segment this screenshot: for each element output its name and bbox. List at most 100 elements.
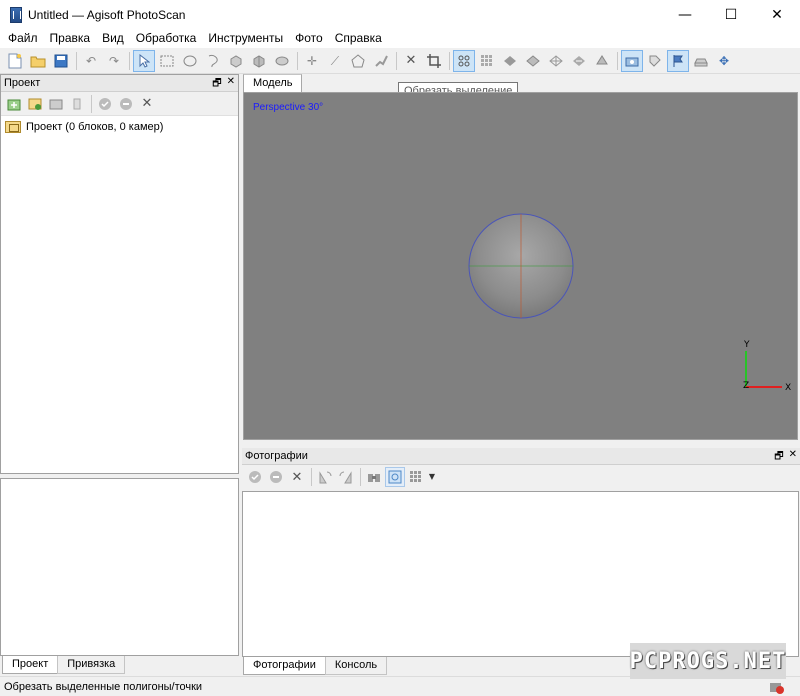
enable-item-icon[interactable] — [95, 94, 115, 114]
viewport-canvas: Y X Z — [468, 213, 791, 393]
remove-item-icon[interactable] — [67, 94, 87, 114]
solid-model-icon[interactable] — [522, 50, 544, 72]
undo-icon[interactable]: ↶ — [80, 50, 102, 72]
add-folder-icon[interactable] — [46, 94, 66, 114]
show-shapes-icon[interactable] — [667, 49, 689, 72]
ruler-icon[interactable]: ⟋ — [324, 50, 346, 72]
rotate-left-icon[interactable] — [315, 467, 335, 487]
free-form-selection-icon[interactable] — [202, 50, 224, 72]
reset-view-icon[interactable]: ✥ — [713, 50, 735, 72]
delete-item-icon[interactable]: ✕ — [137, 94, 157, 114]
axis-y-label: Y — [743, 340, 750, 350]
tree-root-label: Проект (0 блоков, 0 камер) — [26, 121, 164, 133]
toolbar-separator — [297, 51, 298, 70]
maximize-button[interactable]: ☐ — [708, 0, 754, 29]
rotate-region-icon[interactable] — [271, 50, 293, 72]
project-panel-title: Проект — [4, 77, 41, 89]
enable-camera-icon[interactable] — [245, 467, 265, 487]
resize-region-icon[interactable] — [225, 50, 247, 72]
point-cloud-icon[interactable] — [453, 49, 475, 72]
toolbar-separator — [129, 51, 130, 70]
menu-help[interactable]: Справка — [329, 29, 388, 48]
menu-workflow[interactable]: Обработка — [130, 29, 203, 48]
model-viewport[interactable]: Y X Z Perspective 30° — [243, 92, 798, 440]
model-tabbar: Модель — [243, 74, 303, 92]
axis-z-label: Z — [743, 381, 749, 391]
close-panel-icon[interactable]: ✕ — [789, 449, 797, 466]
project-toolbar: ✕ — [1, 92, 238, 116]
show-markers-icon[interactable] — [644, 50, 666, 72]
toolbar-separator — [91, 94, 92, 113]
reset-filter-icon[interactable] — [385, 467, 405, 487]
watermark: PCPROGS.NET — [630, 643, 786, 679]
move-region-icon[interactable] — [248, 50, 270, 72]
menu-file[interactable]: Файл — [2, 29, 44, 48]
view-mode-icon[interactable] — [406, 467, 426, 487]
tiled-model-icon[interactable] — [591, 50, 613, 72]
toolbar-separator — [449, 51, 450, 70]
open-folder-icon[interactable] — [27, 50, 49, 72]
menu-view[interactable]: Вид — [96, 29, 130, 48]
circle-selection-icon[interactable] — [179, 50, 201, 72]
remove-camera-icon[interactable]: ✕ — [287, 467, 307, 487]
axis-x-label: X — [785, 383, 791, 393]
redo-icon[interactable]: ↷ — [103, 50, 125, 72]
tab-photos[interactable]: Фотографии — [243, 657, 326, 675]
photos-panel-header: Фотографии 🗗 ✕ — [242, 448, 800, 465]
window-title: Untitled — Agisoft PhotoScan — [28, 7, 186, 22]
crop-selection-icon[interactable] — [423, 50, 445, 72]
status-bar: Обрезать выделенные полигоны/точки — [0, 676, 800, 696]
add-chunk-icon[interactable] — [4, 94, 24, 114]
disable-item-icon[interactable] — [116, 94, 136, 114]
wireframe-model-icon[interactable] — [545, 50, 567, 72]
draw-polyline-icon[interactable] — [370, 50, 392, 72]
tab-reference[interactable]: Привязка — [57, 656, 126, 674]
close-button[interactable]: ✕ — [754, 0, 800, 29]
ruler-point-icon[interactable]: ✛ — [301, 50, 323, 72]
bottom-tabbar: Фотографии Консоль — [243, 657, 388, 675]
photos-panel-title: Фотографии — [245, 450, 308, 462]
show-cameras-icon[interactable] — [621, 49, 643, 72]
photos-toolbar: ✕ ▼ — [242, 465, 800, 489]
window-controls: — ☐ ✕ — [662, 0, 800, 29]
shaded-model-icon[interactable] — [499, 50, 521, 72]
tab-project[interactable]: Проект — [2, 656, 59, 674]
menu-tools[interactable]: Инструменты — [202, 29, 289, 48]
left-bottom-panel — [0, 478, 239, 656]
axis-gizmo: Y X Z — [743, 340, 791, 393]
project-tree: Проект (0 блоков, 0 камер) — [1, 116, 238, 138]
perspective-label: Perspective 30° — [253, 102, 324, 113]
draw-polygon-icon[interactable] — [347, 50, 369, 72]
tab-console[interactable]: Консоль — [324, 657, 388, 675]
rectangle-selection-icon[interactable] — [156, 50, 178, 72]
toolbar-separator — [311, 468, 312, 486]
textured-model-icon[interactable] — [568, 50, 590, 72]
left-tabbar: Проект Привязка — [2, 656, 126, 674]
menu-bar: Файл Правка Вид Обработка Инструменты Фо… — [0, 29, 800, 48]
new-file-icon[interactable] — [4, 50, 26, 72]
project-panel: Проект 🗗 ✕ ✕ Проект (0 блоков, 0 камер) — [0, 74, 239, 474]
notification-icon[interactable] — [770, 680, 784, 694]
dense-cloud-icon[interactable] — [476, 50, 498, 72]
navigation-icon[interactable] — [133, 49, 155, 72]
close-panel-icon[interactable]: ✕ — [227, 76, 235, 93]
rotate-right-icon[interactable] — [336, 467, 356, 487]
tab-model[interactable]: Модель — [243, 74, 303, 92]
dropdown-arrow-icon[interactable]: ▼ — [427, 467, 437, 487]
minimize-button[interactable]: — — [662, 0, 708, 29]
float-panel-icon[interactable]: 🗗 — [774, 449, 783, 466]
menu-photo[interactable]: Фото — [289, 29, 329, 48]
disable-camera-icon[interactable] — [266, 467, 286, 487]
filter-by-markers-icon[interactable] — [364, 467, 384, 487]
tree-root-item[interactable]: Проект (0 блоков, 0 камер) — [5, 119, 234, 135]
toolbar-separator — [617, 51, 618, 70]
project-icon — [5, 121, 21, 133]
photos-area[interactable] — [242, 491, 799, 657]
add-photos-icon[interactable] — [25, 94, 45, 114]
save-icon[interactable] — [50, 50, 72, 72]
menu-edit[interactable]: Правка — [44, 29, 97, 48]
project-panel-header: Проект 🗗 ✕ — [1, 75, 238, 92]
delete-selection-icon[interactable]: ✕ — [400, 50, 422, 72]
show-region-icon[interactable] — [690, 50, 712, 72]
float-panel-icon[interactable]: 🗗 — [212, 76, 221, 93]
